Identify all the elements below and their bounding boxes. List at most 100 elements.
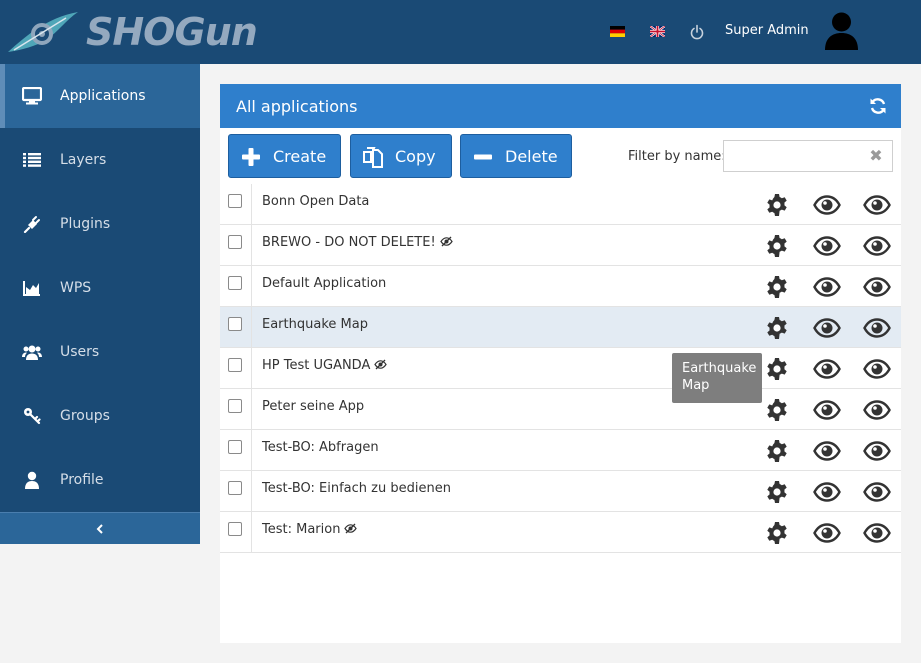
- row-checkbox[interactable]: [228, 399, 242, 413]
- preview-eye-icon[interactable]: [813, 523, 841, 543]
- open-eye-icon[interactable]: [863, 318, 891, 338]
- create-button-label: Create: [273, 147, 327, 166]
- create-button[interactable]: Create: [228, 134, 341, 178]
- gear-icon[interactable]: [765, 521, 789, 545]
- open-eye-icon[interactable]: [863, 277, 891, 297]
- open-eye-icon[interactable]: [863, 359, 891, 379]
- application-name: HP Test UGANDA: [262, 358, 371, 373]
- application-name: Test-BO: Einfach zu bedienen: [262, 481, 451, 496]
- application-name-wrapper: BREWO - DO NOT DELETE!: [262, 235, 453, 250]
- application-name: Bonn Open Data: [262, 194, 370, 209]
- sidebar-item-label: Applications: [60, 88, 146, 104]
- open-eye-icon[interactable]: [863, 441, 891, 461]
- application-name: Test-BO: Abfragen: [262, 440, 379, 455]
- sidebar-item-layers[interactable]: Layers: [0, 128, 200, 192]
- gear-icon[interactable]: [765, 357, 789, 381]
- gear-icon[interactable]: [765, 480, 789, 504]
- open-eye-icon[interactable]: [863, 400, 891, 420]
- area-chart-icon: [22, 278, 42, 298]
- tooltip-line: Map: [682, 378, 710, 393]
- row-select-cell: [220, 184, 252, 224]
- gear-icon[interactable]: [765, 398, 789, 422]
- filter-label: Filter by name:: [628, 149, 726, 164]
- gear-icon[interactable]: [765, 275, 789, 299]
- power-icon[interactable]: [690, 24, 704, 40]
- table-row[interactable]: Default Application: [220, 266, 901, 307]
- row-checkbox[interactable]: [228, 317, 242, 331]
- plus-icon: [242, 148, 260, 166]
- preview-eye-icon[interactable]: [813, 482, 841, 502]
- table-row[interactable]: Test: Marion: [220, 512, 901, 553]
- application-name: Earthquake Map: [262, 317, 368, 332]
- refresh-icon[interactable]: [869, 97, 887, 115]
- row-select-cell: [220, 307, 252, 347]
- preview-eye-icon[interactable]: [813, 236, 841, 256]
- table-row[interactable]: Test-BO: Einfach zu bedienen: [220, 471, 901, 512]
- row-select-cell: [220, 348, 252, 388]
- application-name-wrapper: Test: Marion: [262, 522, 357, 537]
- copy-button[interactable]: Copy: [350, 134, 452, 178]
- open-eye-icon[interactable]: [863, 482, 891, 502]
- row-checkbox[interactable]: [228, 276, 242, 290]
- sidebar-item-groups[interactable]: Groups: [0, 384, 200, 448]
- sidebar-item-profile[interactable]: Profile: [0, 448, 200, 512]
- row-checkbox[interactable]: [228, 358, 242, 372]
- table-row[interactable]: Bonn Open Data: [220, 184, 901, 225]
- preview-eye-icon[interactable]: [813, 277, 841, 297]
- row-select-cell: [220, 266, 252, 306]
- row-checkbox[interactable]: [228, 235, 242, 249]
- user-name[interactable]: Super Admin: [725, 23, 809, 38]
- eye-slash-icon: [344, 523, 357, 534]
- gear-icon[interactable]: [765, 193, 789, 217]
- preview-eye-icon[interactable]: [813, 359, 841, 379]
- row-select-cell: [220, 512, 252, 552]
- row-checkbox[interactable]: [228, 481, 242, 495]
- row-select-cell: [220, 225, 252, 265]
- row-checkbox[interactable]: [228, 522, 242, 536]
- sidebar-item-plugins[interactable]: Plugins: [0, 192, 200, 256]
- gear-icon[interactable]: [765, 234, 789, 258]
- panel-title: All applications: [236, 96, 358, 116]
- open-eye-icon[interactable]: [863, 195, 891, 215]
- sidebar-item-applications[interactable]: Applications: [0, 64, 200, 128]
- sidebar: Applications Layers Plugins WPS Users Gr…: [0, 64, 200, 544]
- minus-icon: [474, 154, 492, 160]
- table-row[interactable]: Test-BO: Abfragen: [220, 430, 901, 471]
- row-checkbox[interactable]: [228, 194, 242, 208]
- applications-panel: All applications Create Copy Delete Filt…: [220, 84, 901, 643]
- applications-grid: Bonn Open Data BREWO - DO NOT DELETE! De…: [220, 184, 901, 553]
- chevron-left-icon: [96, 523, 103, 534]
- gear-icon[interactable]: [765, 316, 789, 340]
- application-name-wrapper: HP Test UGANDA: [262, 358, 387, 373]
- user-avatar-icon[interactable]: [824, 12, 859, 50]
- preview-eye-icon[interactable]: [813, 318, 841, 338]
- list-icon: [22, 150, 42, 170]
- preview-eye-icon[interactable]: [813, 441, 841, 461]
- application-name: Peter seine App: [262, 399, 365, 414]
- sidebar-item-users[interactable]: Users: [0, 320, 200, 384]
- panel-header: All applications: [220, 84, 901, 128]
- sidebar-item-label: Layers: [60, 152, 107, 168]
- delete-button[interactable]: Delete: [460, 134, 572, 178]
- german-flag-icon[interactable]: [610, 26, 625, 37]
- open-eye-icon[interactable]: [863, 236, 891, 256]
- table-row[interactable]: BREWO - DO NOT DELETE!: [220, 225, 901, 266]
- sidebar-item-wps[interactable]: WPS: [0, 256, 200, 320]
- gear-icon[interactable]: [765, 439, 789, 463]
- sidebar-item-label: Users: [60, 344, 100, 360]
- users-icon: [22, 342, 42, 362]
- user-icon: [22, 470, 42, 490]
- preview-eye-icon[interactable]: [813, 400, 841, 420]
- row-checkbox[interactable]: [228, 440, 242, 454]
- sidebar-item-label: WPS: [60, 280, 92, 296]
- table-row[interactable]: Peter seine App: [220, 389, 901, 430]
- preview-eye-icon[interactable]: [813, 195, 841, 215]
- clear-filter-icon[interactable]: ✖: [868, 148, 884, 164]
- table-row[interactable]: HP Test UGANDA: [220, 348, 901, 389]
- open-eye-icon[interactable]: [863, 523, 891, 543]
- table-row[interactable]: Earthquake Map: [220, 307, 901, 348]
- shogun-logo[interactable]: SHOGun: [6, 6, 258, 56]
- eye-slash-icon: [374, 359, 387, 370]
- sidebar-collapse-button[interactable]: [0, 512, 200, 544]
- uk-flag-icon[interactable]: [650, 26, 665, 37]
